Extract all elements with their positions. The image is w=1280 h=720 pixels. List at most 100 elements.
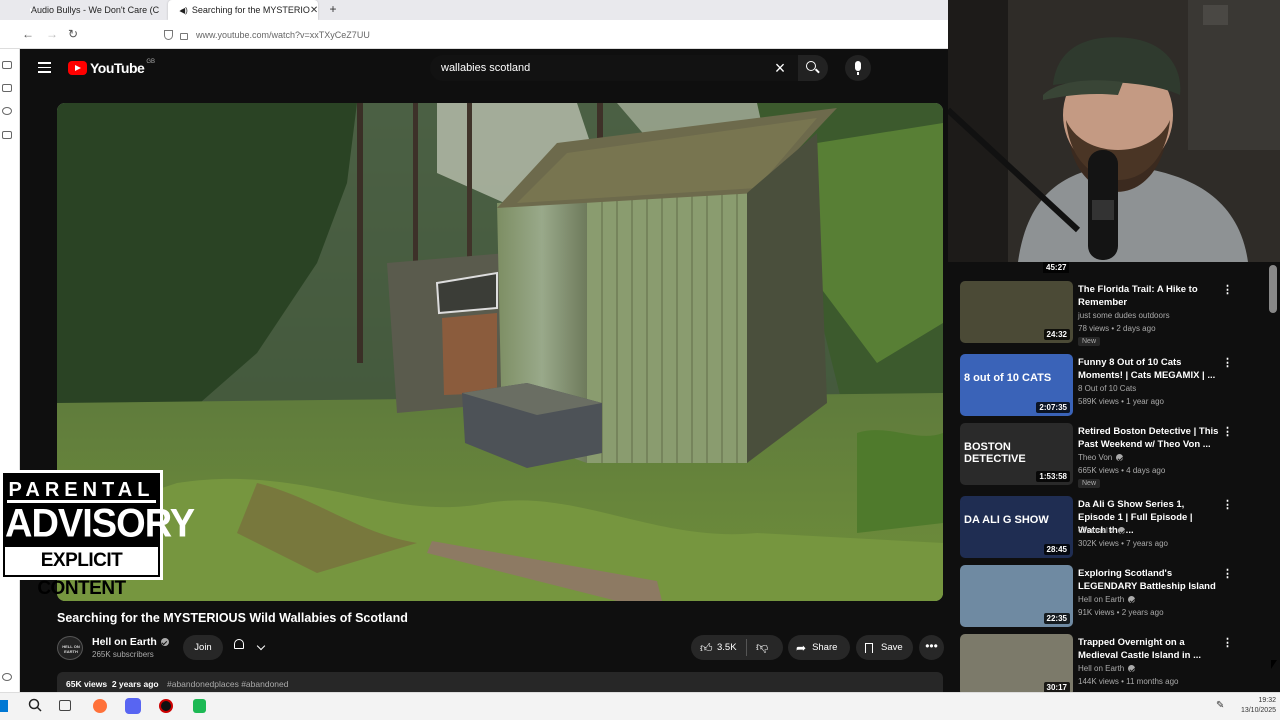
sidebar-tool-icon[interactable]: [2, 61, 12, 69]
back-arrow-icon[interactable]: ←: [22, 27, 34, 41]
menu-icon[interactable]: [38, 62, 51, 73]
discord-icon[interactable]: [125, 698, 141, 714]
voice-search-button[interactable]: [845, 55, 871, 81]
recommended-video[interactable]: BOSTON DETECTIVE 1:53:58 Retired Boston De…: [960, 423, 1270, 488]
recommended-video-title[interactable]: Retired Boston Detective | This Past Wee…: [1078, 425, 1220, 451]
recommended-video[interactable]: 24:32 The Florida Trail: A Hike to Rememb…: [960, 281, 1270, 346]
thumbs-down-icon[interactable]: 👎︎: [756, 640, 768, 655]
more-options-icon[interactable]: ⋮: [1222, 498, 1233, 511]
recommended-video-title[interactable]: Exploring Scotland's LEGENDARY Battleshi…: [1078, 567, 1220, 593]
region-code: GB: [146, 59, 155, 65]
app-icon[interactable]: [193, 699, 206, 713]
video-thumbnail[interactable]: 30:17: [960, 634, 1073, 696]
recommended-video-title[interactable]: Trapped Overnight on a Medieval Castle I…: [1078, 636, 1220, 662]
reload-icon[interactable]: ↻: [68, 27, 78, 41]
more-options-icon[interactable]: ⋮: [1222, 356, 1233, 369]
recommended-video-channel[interactable]: Hell on Earth: [1078, 595, 1136, 604]
firefox-icon[interactable]: [93, 699, 107, 713]
new-badge: New: [1078, 337, 1101, 346]
channel-name-text[interactable]: 8 Out of 10 Cats: [1078, 384, 1136, 393]
recommended-video[interactable]: 22:35 Exploring Scotland's LEGENDARY Batt…: [960, 565, 1270, 627]
video-thumbnail[interactable]: DA ALI G SHOW 28:45: [960, 496, 1073, 558]
clock-time: 19:32: [1258, 697, 1276, 704]
new-tab-button[interactable]: +: [326, 0, 340, 20]
channel-avatar[interactable]: HELL ON EARTH: [57, 636, 83, 660]
recommended-video-meta: 91K views • 2 years ago: [1078, 608, 1164, 617]
share-button[interactable]: ➦ Share: [788, 635, 850, 660]
recommended-video-title[interactable]: Funny 8 Out of 10 Cats Moments! | Cats M…: [1078, 356, 1220, 382]
search-query[interactable]: wallabies scotland: [441, 62, 530, 74]
obs-icon[interactable]: [159, 699, 173, 713]
recommended-video[interactable]: 30:17 Trapped Overnight on a Medieval Cas…: [960, 634, 1270, 696]
start-icon[interactable]: [0, 700, 8, 712]
video-duration: 2:07:35: [1036, 402, 1070, 413]
video-thumbnail[interactable]: BOSTON DETECTIVE 1:53:58: [960, 423, 1073, 485]
channel-name-text[interactable]: Hell on Earth: [92, 636, 157, 648]
recommended-video-channel[interactable]: 8 Out of 10 Cats: [1078, 384, 1136, 393]
clock[interactable]: 19:32 13/10/2025: [1238, 696, 1276, 716]
views-and-age: 65K views 2 years ago: [66, 679, 159, 689]
recommended-video-channel[interactable]: Hell on Earth: [1078, 664, 1136, 673]
recommended-video-meta: 302K views • 7 years ago: [1078, 539, 1168, 548]
video-title: Searching for the MYSTERIOUS Wild Wallab…: [57, 611, 408, 625]
search-taskbar-icon[interactable]: [28, 698, 42, 712]
channel-name[interactable]: Hell on Earth: [92, 636, 169, 648]
search-input[interactable]: wallabies scotland: [430, 55, 798, 81]
channel-name-text[interactable]: Channel 4: [1078, 526, 1114, 535]
lock-icon[interactable]: [180, 32, 188, 40]
recommended-video[interactable]: DA ALI G SHOW 28:45 Da Ali G Show Series 1…: [960, 496, 1270, 558]
more-options-icon[interactable]: ⋮: [1222, 636, 1233, 649]
windows-taskbar: [0, 692, 1280, 720]
video-thumbnail[interactable]: 8 out of 10 CATS 2:07:35: [960, 354, 1073, 416]
like-count[interactable]: 3.5K: [717, 642, 737, 653]
youtube-logo-text: YouTube: [90, 60, 145, 76]
bookmark-icon[interactable]: [2, 131, 12, 139]
subscriber-count: 265K subscribers: [92, 650, 154, 659]
hashtags[interactable]: #abandonedplaces #abandoned: [167, 679, 288, 689]
channel-name-text[interactable]: just some dudes outdoors: [1078, 311, 1170, 320]
shield-icon[interactable]: [164, 30, 173, 40]
clear-search-icon[interactable]: ×: [770, 59, 790, 77]
bookmark-icon: [865, 642, 873, 653]
youtube-logo[interactable]: YouTube GB: [68, 59, 155, 76]
channel-name-text[interactable]: Hell on Earth: [1078, 595, 1124, 604]
recommended-video[interactable]: 8 out of 10 CATS 2:07:35 Funny 8 Out of 10…: [960, 354, 1270, 416]
recommended-video-title[interactable]: The Florida Trail: A Hike to Remember: [1078, 283, 1220, 309]
more-options-icon[interactable]: ⋮: [1222, 425, 1233, 438]
browser-tab-audio-bullys[interactable]: Audio Bullys - We Don't Care (C: [20, 0, 160, 20]
thumbnail-text: 8 out of 10 CATS: [964, 372, 1052, 384]
url-text[interactable]: www.youtube.com/watch?v=xxTXyCeZ7UU: [196, 30, 370, 40]
tab-label: Searching for the MYSTERIO: [191, 5, 310, 15]
browser-tab-active[interactable]: ◀) Searching for the MYSTERIO ✕: [168, 0, 318, 20]
recommended-video-channel[interactable]: just some dudes outdoors: [1078, 311, 1170, 320]
pen-icon[interactable]: ✎: [1216, 700, 1224, 711]
video-thumbnail[interactable]: 22:35: [960, 565, 1073, 627]
search-icon: [806, 61, 816, 71]
recommended-video-channel[interactable]: Channel 4: [1078, 526, 1126, 535]
task-view-icon[interactable]: [59, 700, 71, 711]
more-options-icon[interactable]: ⋮: [1222, 567, 1233, 580]
address-bar[interactable]: www.youtube.com/watch?v=xxTXyCeZ7UU: [164, 25, 764, 45]
search-button[interactable]: [798, 55, 828, 81]
verified-icon: [1116, 454, 1124, 461]
more-options-icon[interactable]: ⋮: [1222, 283, 1233, 296]
advisory-line-1: PARENTAL: [7, 479, 156, 503]
recommended-video-channel[interactable]: Theo Von: [1078, 453, 1124, 462]
thumbs-up-icon[interactable]: 👍︎: [700, 641, 713, 656]
webcam-overlay: [948, 0, 1280, 262]
join-button[interactable]: Join: [183, 635, 223, 660]
sidebar-tool-icon[interactable]: [2, 84, 12, 92]
channel-name-text[interactable]: Theo Von: [1078, 453, 1112, 462]
more-actions-button[interactable]: •••: [919, 635, 944, 660]
channel-name-text[interactable]: Hell on Earth: [1078, 664, 1124, 673]
settings-icon[interactable]: [2, 673, 12, 681]
save-button[interactable]: Save: [856, 635, 913, 660]
history-icon[interactable]: [2, 107, 12, 115]
verified-icon: [1128, 596, 1136, 603]
mouse-cursor: [1271, 660, 1277, 669]
video-thumbnail[interactable]: 24:32: [960, 281, 1073, 343]
youtube-play-icon: [68, 61, 87, 75]
close-tab-icon[interactable]: ✕: [310, 5, 318, 16]
scrollbar-thumb[interactable]: [1269, 265, 1277, 313]
forward-arrow-icon[interactable]: →: [46, 27, 58, 41]
